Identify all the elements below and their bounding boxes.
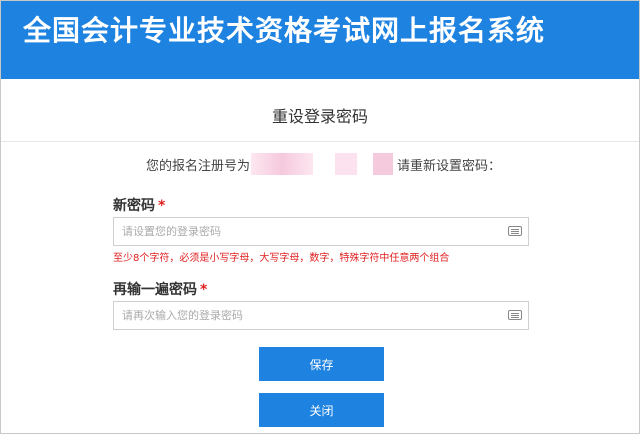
- required-mark: *: [158, 198, 166, 214]
- password-rule-hint: 至少8个字符，必须是小写字母，大写字母，数字，特殊字符中任意两个组合: [113, 253, 450, 264]
- confirm-password-field[interactable]: [113, 301, 529, 330]
- confirm-password-label: 再输一遍密码 *: [113, 279, 207, 299]
- header-banner: 全国会计专业技术资格考试网上报名系统: [1, 1, 639, 79]
- registration-suffix: 请重新设置密码：: [397, 159, 502, 174]
- app-window: 全国会计专业技术资格考试网上报名系统 重设登录密码 您的报名注册号为： 请重新设…: [0, 0, 640, 434]
- redacted-registration-number: [335, 153, 357, 175]
- system-title: 全国会计专业技术资格考试网上报名系统: [23, 14, 546, 47]
- new-password-field[interactable]: [113, 217, 529, 246]
- keyboard-icon[interactable]: [508, 226, 522, 236]
- new-password-label: 新密码 *: [113, 195, 165, 215]
- save-button[interactable]: 保存: [259, 347, 384, 381]
- page-title-bar: 重设登录密码: [1, 79, 639, 142]
- confirm-password-label-text: 再输一遍密码: [113, 282, 197, 298]
- close-button[interactable]: 关闭: [259, 393, 384, 427]
- new-password-input[interactable]: [122, 218, 502, 245]
- confirm-password-input[interactable]: [122, 302, 502, 329]
- redacted-registration-number: [373, 153, 393, 175]
- keyboard-icon[interactable]: [508, 310, 522, 320]
- required-mark: *: [200, 282, 208, 298]
- registration-line: 您的报名注册号为： 请重新设置密码：: [1, 153, 639, 175]
- page-title: 重设登录密码: [271, 107, 368, 126]
- redacted-registration-number: [251, 153, 313, 175]
- new-password-label-text: 新密码: [113, 198, 155, 214]
- registration-prefix: 您的报名注册号为：: [146, 159, 264, 174]
